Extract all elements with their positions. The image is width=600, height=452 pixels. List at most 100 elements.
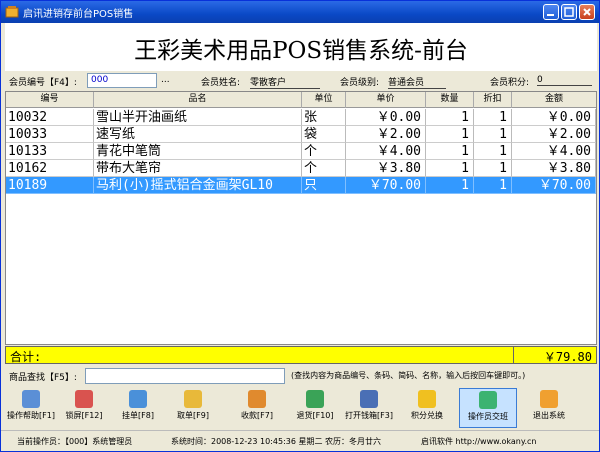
member-level-label: 会员级别: <box>340 78 380 88</box>
cell-unit: 袋 <box>302 126 346 143</box>
retrieve-order-icon <box>184 390 202 408</box>
app-icon <box>5 6 19 18</box>
toolbar-label: 退出系统 <box>533 411 565 420</box>
maximize-button[interactable] <box>561 4 577 20</box>
member-info-row: 会员编号【F4】: 000 ... 会员姓名: 零散客户 会员级别: 普通会员 … <box>5 71 597 91</box>
total-amount: ￥79.80 <box>543 350 592 364</box>
table-row[interactable]: 10133 青花中笔筒个 ￥4.00 1 1 ￥4.00 <box>6 143 596 160</box>
member-level-value: 普通会员 <box>388 75 446 89</box>
toolbar-button-4[interactable]: 收款[F7] <box>229 388 285 428</box>
close-icon <box>583 8 591 16</box>
table-row[interactable]: 10032 雪山半开油画纸张 ￥0.00 1 1 ￥0.00 <box>6 109 596 126</box>
shift-handover-icon <box>479 391 497 409</box>
member-number-input[interactable]: 000 <box>87 73 157 88</box>
toolbar-label: 操作帮助[F1] <box>7 411 55 420</box>
cell-name: 带布大笔帘 <box>94 160 302 177</box>
points-exchange-icon <box>418 390 436 408</box>
member-number-label: 会员编号【F4】: <box>9 78 77 88</box>
col-header-name[interactable]: 品名 <box>94 92 302 108</box>
col-header-unit[interactable]: 单位 <box>302 92 346 108</box>
cell-code: 10033 <box>6 126 94 143</box>
col-header-code[interactable]: 编号 <box>6 92 94 108</box>
toolbar-button-0[interactable]: 操作帮助[F1] <box>3 388 59 428</box>
cell-unit: 只 <box>302 177 346 194</box>
header-band: 王彩美术用品POS销售系统-前台 <box>5 23 597 71</box>
cell-amount: ￥4.00 <box>512 143 596 160</box>
cell-unit: 个 <box>302 143 346 160</box>
table-row[interactable]: 10033 速写纸袋 ￥2.00 1 1 ￥2.00 <box>6 126 596 143</box>
col-header-price[interactable]: 单价 <box>346 92 426 108</box>
cell-qty: 1 <box>426 177 474 194</box>
cell-disc: 1 <box>474 160 512 177</box>
close-button[interactable] <box>579 4 595 20</box>
grid-header: 编号 品名 单位 单价 数量 折扣 金额 <box>6 92 596 108</box>
title-bar[interactable]: 启讯进销存前台POS销售 <box>1 1 599 23</box>
toolbar-label: 积分兑换 <box>411 411 443 420</box>
cell-qty: 1 <box>426 126 474 143</box>
cell-name: 青花中笔筒 <box>94 143 302 160</box>
toolbar-button-2[interactable]: 挂单[F8] <box>113 388 163 428</box>
exit-icon <box>540 390 558 408</box>
col-header-qty[interactable]: 数量 <box>426 92 474 108</box>
toolbar-button-3[interactable]: 取单[F9] <box>167 388 219 428</box>
table-row[interactable]: 10189 马利(小)摇式铝合金画架GL10 只 ￥70.00 1 1 ￥70.00 <box>6 177 596 194</box>
col-header-discount[interactable]: 折扣 <box>474 92 512 108</box>
toolbar-label: 打开钱箱[F3] <box>345 411 393 420</box>
cell-price: ￥0.00 <box>346 109 426 126</box>
toolbar-button-6[interactable]: 打开钱箱[F3] <box>341 388 397 428</box>
toolbar-label: 退货[F10] <box>296 411 334 420</box>
cell-price: ￥4.00 <box>346 143 426 160</box>
total-label: 合计: <box>10 350 42 364</box>
col-header-amount[interactable]: 金额 <box>512 92 596 108</box>
hang-order-icon <box>129 390 147 408</box>
cell-code: 10133 <box>6 143 94 160</box>
cell-amount: ￥3.80 <box>512 160 596 177</box>
cell-disc: 1 <box>474 109 512 126</box>
toolbar-label: 挂单[F8] <box>122 411 154 420</box>
toolbar-button-5[interactable]: 退货[F10] <box>291 388 339 428</box>
member-points-label: 会员积分: <box>490 78 530 88</box>
lock-icon <box>75 390 93 408</box>
member-points-value: 0 <box>537 75 592 86</box>
cell-qty: 1 <box>426 160 474 177</box>
table-row[interactable]: 10162 带布大笔帘个 ￥3.80 1 1 ￥3.80 <box>6 160 596 177</box>
main-window: 启讯进销存前台POS销售 王彩美术用品POS销售系统-前台 会员编号【F4】: … <box>0 0 600 452</box>
cash-drawer-icon <box>360 390 378 408</box>
sales-grid[interactable]: 编号 品名 单位 单价 数量 折扣 金额 10032 雪山半开油画纸张 ￥0.00 1… <box>5 91 597 345</box>
toolbar-label: 操作员交班 <box>468 412 508 421</box>
cell-amount: ￥2.00 <box>512 126 596 143</box>
toolbar-button-7[interactable]: 积分兑换 <box>401 388 453 428</box>
member-number-browse[interactable]: ... <box>161 75 170 85</box>
cell-code: 10032 <box>6 109 94 126</box>
search-input[interactable] <box>85 368 285 384</box>
cell-unit: 个 <box>302 160 346 177</box>
search-row: 商品查找【F5】: ... (查找内容为商品编号、条码、简码、名称，输入后按回车… <box>5 366 597 386</box>
search-hint: (查找内容为商品编号、条码、简码、名称，输入后按回车键即可。) <box>291 371 526 380</box>
toolbar-button-1[interactable]: 锁屏[F12] <box>59 388 109 428</box>
cell-unit: 张 <box>302 109 346 126</box>
status-operator: 当前操作员：【000】系统管理员 <box>17 437 133 446</box>
cell-disc: 1 <box>474 126 512 143</box>
total-divider <box>513 347 514 363</box>
cell-qty: 1 <box>426 109 474 126</box>
cell-name: 马利(小)摇式铝合金画架GL10 <box>94 177 302 194</box>
toolbar-label: 收款[F7] <box>241 411 273 420</box>
total-bar: 合计: ￥79.80 <box>5 346 597 364</box>
cell-price: ￥2.00 <box>346 126 426 143</box>
cell-amount: ￥70.00 <box>512 177 596 194</box>
maximize-icon <box>564 7 574 17</box>
help-icon <box>22 390 40 408</box>
toolbar-button-8[interactable]: 操作员交班 <box>459 388 517 428</box>
window-title: 启讯进销存前台POS销售 <box>23 9 134 20</box>
minimize-button[interactable] <box>543 4 559 20</box>
search-label: 商品查找【F5】: <box>9 373 77 383</box>
cell-price: ￥3.80 <box>346 160 426 177</box>
return-goods-icon <box>306 390 324 408</box>
minimize-icon <box>547 14 554 16</box>
toolbar-button-9[interactable]: 退出系统 <box>521 388 577 428</box>
cell-code: 10162 <box>6 160 94 177</box>
cell-name: 速写纸 <box>94 126 302 143</box>
cell-disc: 1 <box>474 177 512 194</box>
status-company: 启讯软件 http://www.okany.cn <box>421 437 537 446</box>
member-name-value: 零散客户 <box>250 75 320 89</box>
